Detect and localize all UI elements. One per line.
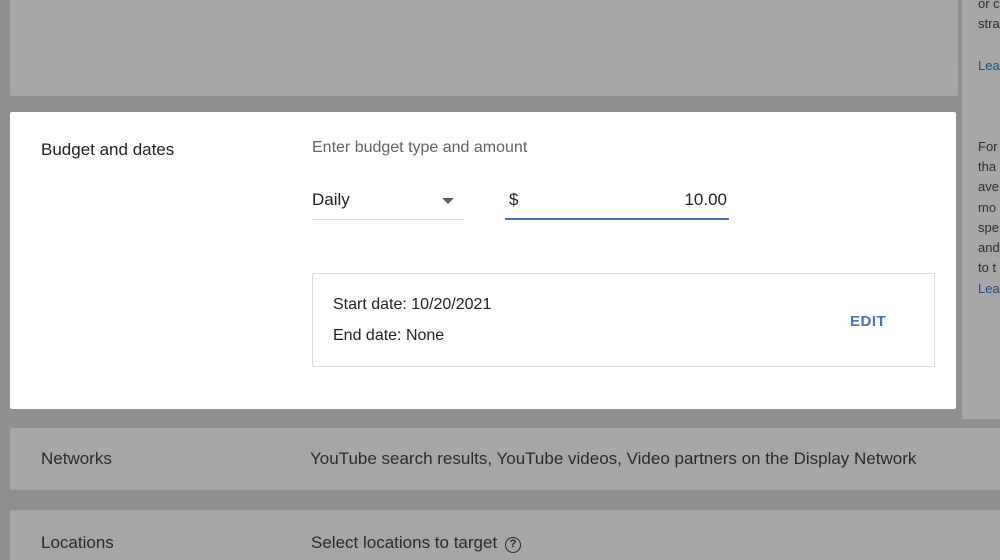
budget-and-dates-card: Budget and dates Enter budget type and a… bbox=[10, 112, 956, 409]
edit-dates-button[interactable]: EDIT bbox=[850, 313, 886, 330]
section-title: Budget and dates bbox=[41, 140, 175, 159]
previous-section-card bbox=[10, 0, 958, 96]
help-icon[interactable]: ? bbox=[505, 537, 522, 553]
budget-type-value: Daily bbox=[312, 190, 350, 209]
budget-amount-input[interactable]: $ 10.00 bbox=[505, 182, 729, 220]
end-date: End date: None bbox=[333, 327, 445, 344]
budget-amount-value: 10.00 bbox=[684, 190, 727, 209]
chevron-down-icon bbox=[442, 198, 454, 204]
side-help-learn-more-link-top[interactable]: Lea bbox=[978, 56, 1000, 76]
side-help-budget-line-6: and bbox=[978, 240, 1000, 255]
side-help-text-top-1: or c bbox=[978, 0, 1000, 11]
side-divider bbox=[958, 0, 959, 60]
budget-type-select[interactable]: Daily bbox=[312, 182, 464, 220]
networks-value: YouTube search results, YouTube videos, … bbox=[310, 449, 917, 468]
budget-prompt: Enter budget type and amount bbox=[312, 139, 528, 156]
side-help-learn-more-link-budget[interactable]: Lea bbox=[978, 279, 1000, 299]
side-help-text-top-2: stra bbox=[978, 16, 1000, 31]
side-help-budget-line-2: tha bbox=[978, 159, 997, 174]
side-help-budget-line-3: ave bbox=[978, 179, 999, 194]
start-date: Start date: 10/20/2021 bbox=[333, 296, 492, 313]
side-help-budget-line-4: mo bbox=[978, 200, 997, 215]
side-help-budget-line-1: For bbox=[978, 139, 998, 154]
dates-summary-box: Start date: 10/20/2021 End date: None ED… bbox=[312, 273, 935, 367]
side-help-budget-line-7: to t bbox=[978, 260, 997, 275]
locations-value: Select locations to target? bbox=[311, 533, 522, 553]
locations-title: Locations bbox=[41, 533, 114, 552]
networks-title: Networks bbox=[41, 449, 112, 468]
locations-prompt: Select locations to target bbox=[311, 533, 498, 552]
side-help-budget-line-5: spe bbox=[978, 220, 999, 235]
currency-symbol: $ bbox=[509, 190, 519, 209]
